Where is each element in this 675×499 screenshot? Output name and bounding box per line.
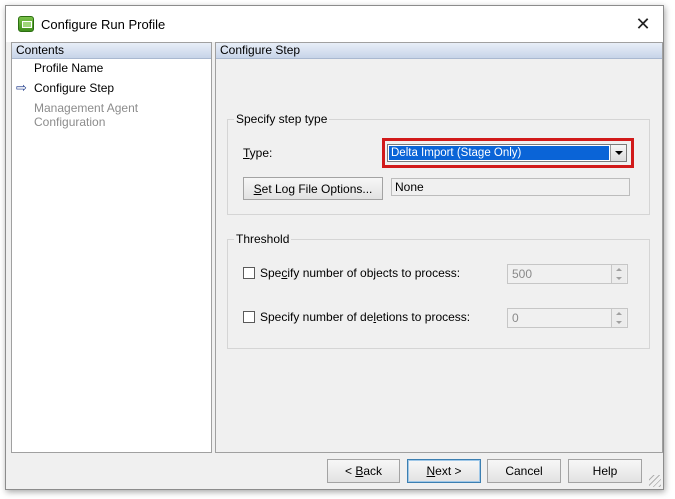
deletions-spinner-buttons [611, 309, 627, 327]
spin-down-icon[interactable] [612, 318, 626, 327]
objects-spinner-buttons [611, 265, 627, 283]
help-button[interactable]: Help [568, 459, 642, 483]
current-step-arrow-icon: ⇨ [16, 80, 27, 95]
contents-header: Contents [12, 43, 211, 59]
type-dropdown-highlight: Delta Import (Stage Only) [382, 138, 634, 168]
threshold-legend: Threshold [234, 232, 292, 246]
nav-item-profile-name[interactable]: Profile Name [34, 61, 103, 75]
window-title: Configure Run Profile [41, 17, 166, 32]
configure-run-profile-dialog: Configure Run Profile ✕ Contents Profile… [5, 5, 664, 490]
next-button[interactable]: Next > [407, 459, 481, 483]
deletions-threshold-spinner[interactable]: 0 [507, 308, 628, 328]
back-button[interactable]: < Back [327, 459, 400, 483]
objects-threshold-spinner[interactable]: 500 [507, 264, 628, 284]
threshold-group: Threshold [227, 232, 650, 349]
type-dropdown-value: Delta Import (Stage Only) [388, 145, 610, 161]
spin-down-icon[interactable] [612, 274, 626, 283]
chevron-down-icon[interactable] [610, 145, 626, 161]
log-file-field: None [391, 178, 630, 196]
deletions-threshold-label: Specify number of deletions to process: [260, 310, 471, 324]
type-dropdown[interactable]: Delta Import (Stage Only) [387, 144, 627, 162]
configure-step-header: Configure Step [216, 43, 662, 59]
step-type-legend: Specify step type [234, 112, 330, 126]
objects-threshold-value: 500 [512, 267, 533, 281]
nav-item-management-agent-configuration: Management Agent Configuration [34, 101, 139, 129]
deletions-threshold-checkbox[interactable] [243, 311, 255, 323]
contents-panel: Contents Profile Name ⇨ Configure Step M… [11, 42, 212, 453]
resize-grip-icon[interactable] [649, 475, 661, 487]
app-icon [18, 16, 34, 32]
nav-item-configure-step[interactable]: Configure Step [34, 81, 114, 95]
close-icon[interactable]: ✕ [623, 6, 663, 42]
set-log-file-options-button[interactable]: Set Log File Options... [243, 177, 383, 200]
objects-threshold-checkbox[interactable] [243, 267, 255, 279]
title-bar: Configure Run Profile ✕ [6, 6, 663, 42]
objects-threshold-label: Specify number of objects to process: [260, 266, 461, 280]
deletions-threshold-value: 0 [512, 311, 519, 325]
type-label: Type: [243, 146, 273, 160]
cancel-button[interactable]: Cancel [487, 459, 561, 483]
